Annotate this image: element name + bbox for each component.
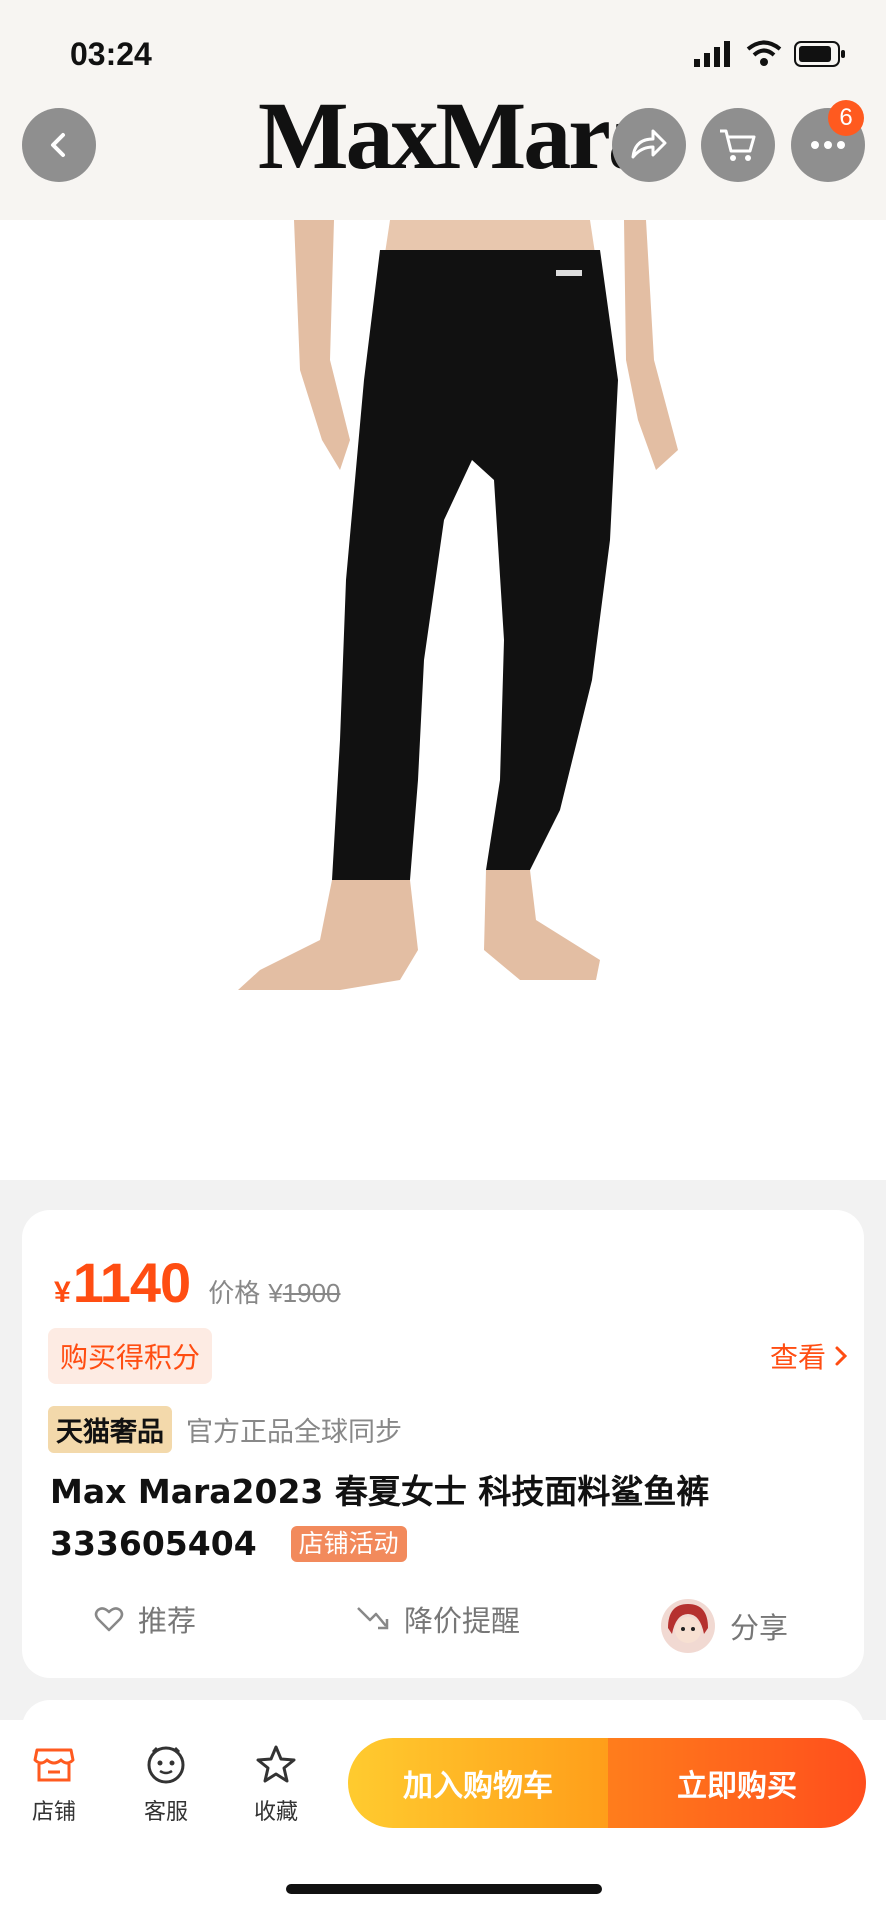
star-icon	[256, 1745, 296, 1783]
original-price-label: 价格	[208, 1279, 261, 1309]
points-tag[interactable]: 购买得积分	[48, 1328, 213, 1384]
current-price: 1140	[72, 1251, 191, 1314]
price-alert-button[interactable]: 降价提醒	[356, 1598, 520, 1640]
price-currency: ¥	[54, 1276, 71, 1309]
store-nav[interactable]: 店铺	[32, 1744, 76, 1826]
buy-now-button[interactable]: 立即购买	[608, 1738, 866, 1828]
store-promo-tag[interactable]: 店铺活动	[290, 1526, 407, 1562]
chevron-right-icon	[835, 1346, 848, 1366]
recommend-button[interactable]: 推荐	[94, 1598, 196, 1640]
action-row: 推荐 降价提醒 分享	[22, 1598, 864, 1658]
status-time: 03:24	[70, 36, 152, 72]
service-nav-label: 客服	[144, 1800, 189, 1825]
original-price: ¥1900	[268, 1278, 340, 1309]
leggings-photo	[0, 220, 886, 1180]
service-nav[interactable]: 客服	[144, 1744, 188, 1826]
cart-button[interactable]	[701, 108, 775, 182]
view-link[interactable]: 查看	[770, 1336, 848, 1376]
share-icon	[631, 129, 667, 159]
status-icons	[694, 40, 846, 68]
heart-icon	[94, 1607, 124, 1632]
product-title-line2: 333605404	[50, 1524, 257, 1563]
authenticity-note: 官方正品全球同步	[186, 1417, 402, 1448]
view-link-label: 查看	[769, 1341, 826, 1374]
price-drop-icon	[357, 1607, 389, 1630]
price-row: ¥ 1140 价格 ¥1900	[54, 1250, 341, 1315]
signal-icon	[694, 41, 730, 67]
favorite-nav-label: 收藏	[254, 1800, 299, 1825]
back-icon	[51, 133, 65, 157]
recommend-label: 推荐	[138, 1604, 197, 1638]
product-image[interactable]	[0, 220, 886, 1180]
add-to-cart-button[interactable]: 加入购物车	[348, 1738, 608, 1828]
product-info-card: ¥ 1140 价格 ¥1900 购买得积分 查看 天猫奢品 官方正品全球同步 M…	[22, 1210, 864, 1678]
home-indicator	[286, 1884, 602, 1894]
product-title: Max Mara2023 春夏女士 科技面料鲨鱼裤 333605404 店铺活动	[50, 1466, 840, 1570]
store-icon	[33, 1748, 75, 1782]
avatar	[661, 1599, 715, 1653]
back-button[interactable]	[22, 108, 96, 182]
favorite-nav[interactable]: 收藏	[254, 1744, 298, 1826]
price-alert-label: 降价提醒	[404, 1604, 521, 1638]
product-title-line1: Max Mara2023 春夏女士 科技面料鲨鱼裤	[50, 1472, 710, 1511]
lux-row: 天猫奢品 官方正品全球同步	[48, 1406, 402, 1453]
cart-badge: 6	[828, 100, 864, 136]
service-icon	[147, 1746, 185, 1784]
battery-icon	[794, 41, 845, 67]
share-product-button[interactable]: 分享	[660, 1598, 788, 1654]
header: MaxMara	[0, 80, 886, 220]
cart-icon	[720, 129, 756, 161]
original-price-currency: ¥	[268, 1278, 283, 1308]
store-nav-label: 店铺	[32, 1800, 77, 1825]
brand-logo: MaxMara	[258, 82, 656, 189]
share-button[interactable]	[612, 108, 686, 182]
share-label: 分享	[730, 1611, 789, 1645]
wifi-icon	[746, 40, 782, 66]
original-price-value: 1900	[282, 1278, 341, 1308]
tmall-luxury-tag: 天猫奢品	[48, 1406, 172, 1453]
more-icon	[811, 141, 845, 149]
product-title-line2-row: 333605404 店铺活动	[50, 1518, 840, 1570]
